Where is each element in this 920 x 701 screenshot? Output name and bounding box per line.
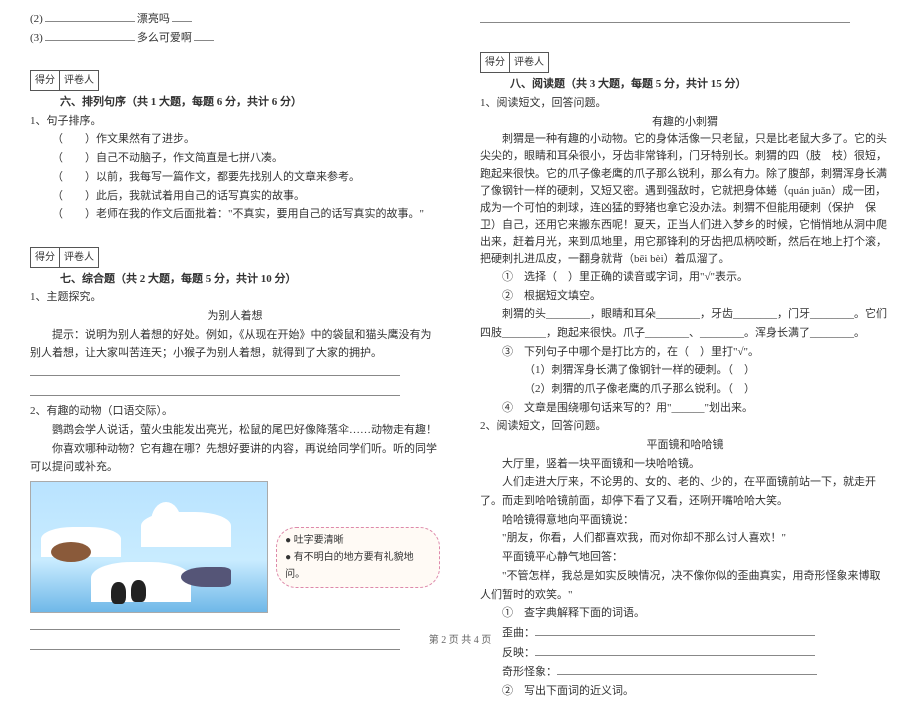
sec7-q1-sub: 为别人着想 xyxy=(30,307,440,326)
sec7-q2-p1: 鹦鹉会学人说话，萤火虫能发出亮光，松鼠的尾巴好像降落伞……动物走有趣！ xyxy=(30,421,440,440)
fill-line-3: (3)多么可爱啊 xyxy=(30,29,440,48)
q1-s3-a: （1）刺猬浑身长满了像钢针一样的硬刺。（ ） xyxy=(480,361,890,380)
sec7-q2-num: 2、有趣的动物（口语交际）。 xyxy=(30,402,440,421)
q2-p6: "不管怎样，我总是如实反映情况，决不像你似的歪曲真实，用奇形怪象来博取人们暂时的… xyxy=(480,567,890,604)
q2-p4: "朋友，你看，人们都喜欢我，而对你却不那么讨人喜欢！" xyxy=(480,529,890,548)
q1-s1: ① 选择（ ）里正确的读音或字词，用"√"表示。 xyxy=(480,268,890,287)
sec7-q1-hint: 提示：说明为别人着想的好处。例如，《从现在开始》中的袋鼠和猫头鹰没有为别人着想，… xyxy=(30,326,440,363)
sec6-q: 1、句子排序。 xyxy=(30,112,440,131)
answer-line xyxy=(480,10,850,23)
q1-s3-b: （2）刺猬的爪子像老鹰的爪子那么锐利。（ ） xyxy=(480,380,890,399)
q1-head: 1、阅读短文，回答问题。 xyxy=(480,94,890,113)
animals-illustration xyxy=(30,481,268,613)
section-8-title: 八、阅读题（共 3 大题，每题 5 分，共计 15 分） xyxy=(510,75,747,94)
sec6-line-4: （ ）老师在我的作文后面批着："不真实，要用自己的话写真实的故事。" xyxy=(30,205,440,224)
answer-line xyxy=(30,363,400,376)
sec6-line-0: （ ）作文果然有了进步。 xyxy=(30,130,440,149)
right-column: 得分评卷人 八、阅读题（共 3 大题，每题 5 分，共计 15 分） 1、阅读短… xyxy=(480,10,890,701)
section-6-title: 六、排列句序（共 1 大题，每题 6 分，共计 6 分） xyxy=(60,93,302,112)
page-footer: 第 2 页 共 4 页 xyxy=(0,631,920,646)
q1-title: 有趣的小刺猬 xyxy=(480,113,890,132)
sec7-q1-num: 1、主题探究。 xyxy=(30,288,440,307)
score-box-6: 得分评卷人 xyxy=(30,70,99,91)
q1-s2-blank: 刺猬的头________，眼睛和耳朵________，牙齿________，门牙… xyxy=(480,305,890,342)
q2-p3: 哈哈镜得意地向平面镜说： xyxy=(480,511,890,530)
sec6-line-2: （ ）以前，我每写一篇作文，都要先找别人的文章来参考。 xyxy=(30,168,440,187)
q1-s2: ② 根据短文填空。 xyxy=(480,287,890,306)
fill-line-2: (2)漂亮吗 xyxy=(30,10,440,29)
q1-s4: ④ 文章是围绕哪句话来写的？用"______"划出来。 xyxy=(480,399,890,418)
q2-word-2: 奇形怪象： xyxy=(480,662,890,682)
answer-line xyxy=(30,383,400,396)
sec6-line-3: （ ）此后，我就试着用自己的话写真实的故事。 xyxy=(30,187,440,206)
sec6-line-1: （ ）自己不动脑子，作文简直是七拼八凑。 xyxy=(30,149,440,168)
q1-s3: ③ 下列句子中哪个是打比方的，在（ ）里打"√"。 xyxy=(480,343,890,362)
answer-line xyxy=(30,617,400,630)
q2-p1: 大厅里，竖着一块平面镜和一块哈哈镜。 xyxy=(480,455,890,474)
tip-bubble: ● 吐字要清晰 ● 有不明白的地方要有礼貌地问。 xyxy=(276,527,440,588)
q1-body: 刺猬是一种有趣的小动物。它的身体活像一只老鼠，只是比老鼠大多了。它的头尖尖的，眼… xyxy=(480,131,890,267)
section-7-title: 七、综合题（共 2 大题，每题 5 分，共计 10 分） xyxy=(60,270,297,289)
q2-p2: 人们走进大厅来，不论男的、女的、老的、少的，在平面镜前站一下，就走开了。而走到哈… xyxy=(480,473,890,510)
score-box-8: 得分评卷人 xyxy=(480,52,549,73)
q2-title: 平面镜和哈哈镜 xyxy=(480,436,890,455)
q2-s1: ① 查字典解释下面的词语。 xyxy=(480,604,890,623)
score-box-7: 得分评卷人 xyxy=(30,247,99,268)
sec7-q2-p2: 你喜欢哪种动物？它有趣在哪？先想好要讲的内容，再说给同学们听。听的同学可以提问或… xyxy=(30,440,440,477)
q2-head: 2、阅读短文，回答问题。 xyxy=(480,417,890,436)
left-column: (2)漂亮吗 (3)多么可爱啊 得分评卷人 六、排列句序（共 1 大题，每题 6… xyxy=(30,10,440,701)
q2-s2: ② 写出下面词的近义词。 xyxy=(480,682,890,701)
q2-p5: 平面镜平心静气地回答： xyxy=(480,548,890,567)
